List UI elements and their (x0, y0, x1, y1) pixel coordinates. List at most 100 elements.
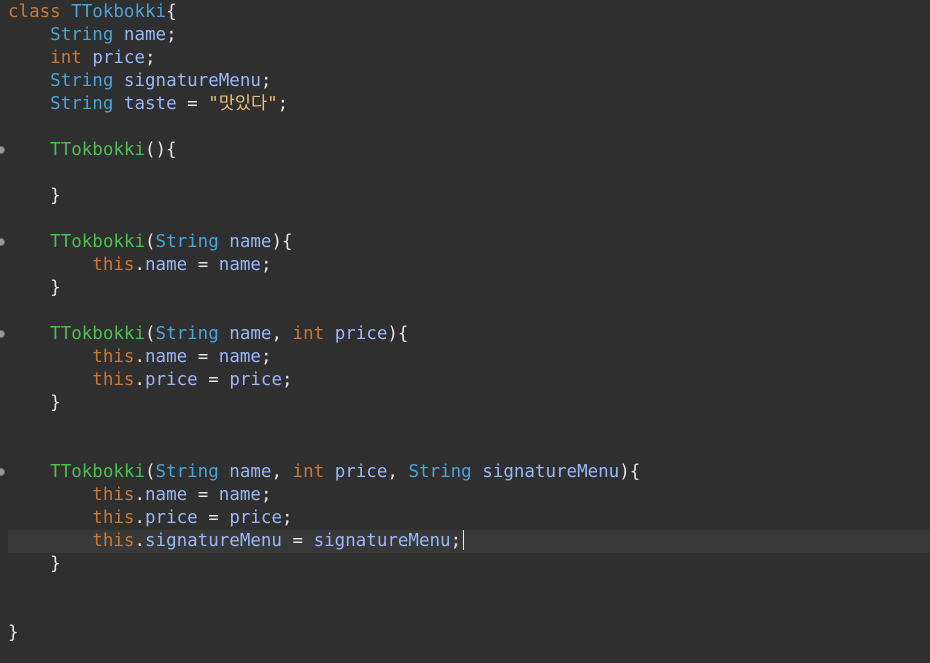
code-line[interactable]: TTokbokki(){ (0, 139, 930, 162)
token-kw: this (92, 531, 135, 551)
token-ident: taste (123, 94, 177, 114)
token-ident: price (92, 48, 145, 68)
code-line[interactable]: this.price = price; (0, 369, 930, 392)
code-text: TTokbokki(String name, int price, String… (8, 461, 640, 484)
token-op: = (292, 531, 304, 551)
code-line[interactable]: String name; (0, 24, 930, 47)
token-op: = (197, 347, 209, 367)
token-sp (219, 232, 230, 252)
token-punct: } (50, 278, 61, 298)
token-punct: ( (144, 324, 156, 344)
token-kw: this (92, 508, 135, 528)
code-text: class TTokbokki{ (8, 1, 177, 24)
code-text: this.name = name; (8, 346, 271, 369)
code-line[interactable]: class TTokbokki{ (0, 1, 930, 24)
code-line[interactable]: } (0, 622, 930, 645)
token-punct: ; (260, 255, 272, 275)
token-kw: this (92, 485, 135, 505)
token-ident: name (229, 462, 272, 482)
token-sp (282, 462, 293, 482)
code-line[interactable] (0, 116, 930, 139)
token-sp (8, 554, 50, 574)
code-text: this.price = price; (8, 369, 292, 392)
token-sp (8, 347, 92, 367)
token-op: = (208, 508, 219, 528)
fold-marker-icon[interactable] (0, 330, 5, 338)
token-cls: TTokbokki (71, 2, 167, 22)
token-punct: ; (282, 508, 293, 528)
token-ident: price (334, 462, 388, 482)
token-ident: name (145, 255, 188, 275)
code-line[interactable] (0, 599, 930, 622)
token-ident: price (334, 324, 388, 344)
code-line[interactable] (0, 208, 930, 231)
code-line[interactable] (0, 576, 930, 599)
code-line-current[interactable]: this.signatureMenu = signatureMenu; (8, 530, 930, 553)
token-sp (208, 347, 219, 367)
code-line[interactable]: TTokbokki(String name, int price, String… (0, 461, 930, 484)
token-sp (208, 485, 219, 505)
fold-marker-icon[interactable] (0, 238, 5, 246)
code-line[interactable]: int price; (0, 47, 930, 70)
token-ident: name (145, 347, 188, 367)
code-line[interactable]: } (0, 185, 930, 208)
code-text: TTokbokki(){ (8, 139, 176, 162)
token-type: String (155, 232, 219, 252)
code-editor[interactable]: class TTokbokki{ String name; int price;… (0, 0, 930, 663)
token-punct: ; (260, 71, 272, 91)
token-punct: ; (260, 485, 272, 505)
token-type: String (155, 324, 219, 344)
code-text: this.signatureMenu = signatureMenu; (8, 530, 465, 553)
token-type: String (155, 462, 219, 482)
token-punct: . (134, 508, 145, 528)
code-line[interactable]: this.price = price; (0, 507, 930, 530)
token-sp (8, 48, 50, 68)
token-punct: ){ (619, 462, 641, 482)
token-ident: price (145, 508, 198, 528)
code-line[interactable]: String signatureMenu; (0, 70, 930, 93)
token-sp (208, 255, 219, 275)
code-line[interactable]: this.name = name; (0, 484, 930, 507)
token-sp (113, 94, 124, 114)
token-punct: } (50, 186, 61, 206)
code-line[interactable] (0, 415, 930, 438)
token-sp (303, 531, 314, 551)
token-sp (8, 462, 50, 482)
token-ident: signatureMenu (145, 531, 282, 551)
code-line[interactable]: } (0, 277, 930, 300)
code-line[interactable]: } (0, 392, 930, 415)
code-text: int price; (8, 47, 155, 70)
token-ident: signatureMenu (482, 462, 620, 482)
token-ctor: TTokbokki (50, 462, 145, 482)
code-text: } (8, 622, 19, 645)
token-punct: , (271, 324, 282, 344)
code-line[interactable]: TTokbokki(String name){ (0, 231, 930, 254)
token-sp (8, 140, 50, 160)
code-line[interactable] (0, 300, 930, 323)
token-type: String (50, 94, 114, 114)
code-text: } (8, 553, 61, 576)
token-sp (198, 508, 209, 528)
token-punct: } (8, 623, 19, 643)
token-punct: } (50, 554, 61, 574)
code-line[interactable]: String taste = "맛있다"; (0, 93, 930, 116)
code-line[interactable]: TTokbokki(String name, int price){ (0, 323, 930, 346)
token-sp (219, 462, 230, 482)
fold-marker-icon[interactable] (0, 146, 5, 154)
code-line[interactable]: } (0, 553, 930, 576)
token-type: String (408, 462, 472, 482)
token-sp (219, 370, 230, 390)
code-line[interactable] (0, 162, 930, 185)
code-line[interactable] (0, 438, 930, 461)
code-line[interactable]: this.name = name; (0, 346, 930, 369)
token-punct: { (166, 2, 177, 22)
token-kw: class (8, 2, 61, 22)
code-line[interactable]: this.name = name; (0, 254, 930, 277)
token-sp (8, 393, 50, 413)
token-sp (8, 25, 50, 45)
token-punct: , (387, 462, 398, 482)
token-type: String (50, 71, 114, 91)
fold-marker-icon[interactable] (0, 468, 5, 476)
token-ident: name (218, 485, 261, 505)
token-sp (8, 324, 50, 344)
